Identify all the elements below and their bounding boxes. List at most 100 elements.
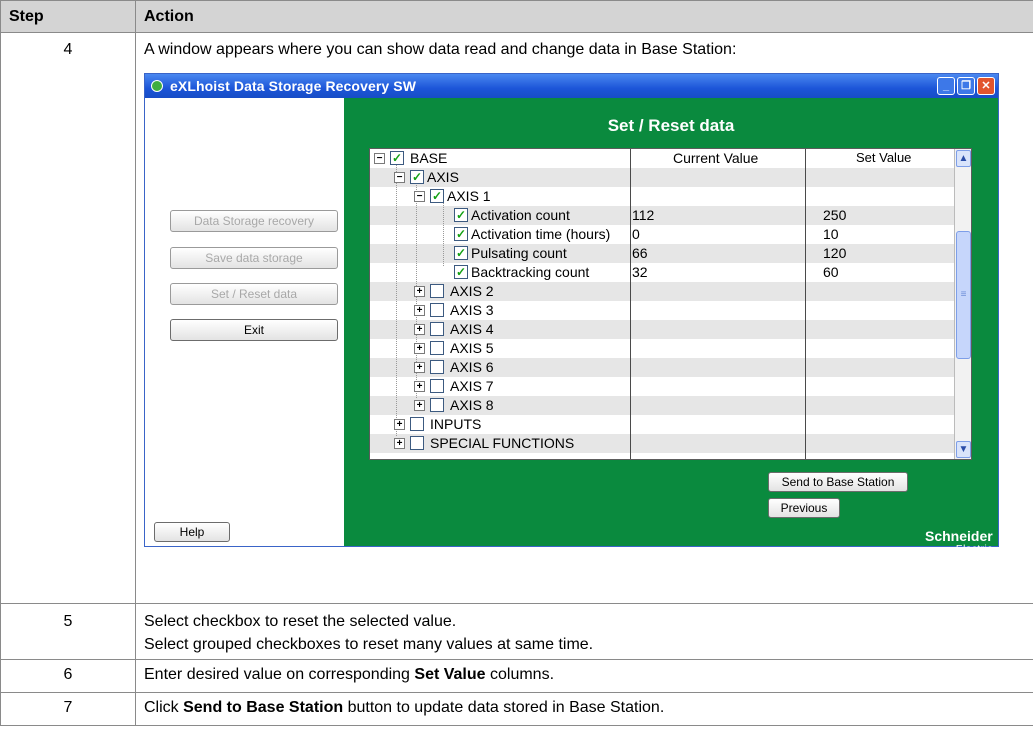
checkbox[interactable] [430,284,444,298]
checkbox[interactable]: ✓ [454,246,468,260]
tree-node: ✓ Activation time (hours) [454,226,610,242]
tree-node: + INPUTS [394,416,481,432]
checkbox[interactable]: ✓ [454,227,468,241]
tree-row-special-functions: + SPECIAL FUNCTIONS [370,434,957,453]
set-value-cell[interactable]: 10 [823,226,839,242]
tree-row-activation-time: ✓ Activation time (hours) 0 10 [370,225,957,244]
close-button[interactable]: ✕ [977,77,995,95]
step-number-5: 5 [0,603,136,660]
node-label: AXIS [427,169,459,185]
checkbox[interactable] [430,303,444,317]
checkbox[interactable]: ✓ [410,170,424,184]
tree-row-axis7: + AXIS 7 [370,377,957,396]
step-4-text: A window appears where you can show data… [144,41,737,58]
expand-toggle[interactable]: + [414,285,425,297]
schneider-electric-logo: Schneider Electric [925,528,993,556]
checkbox[interactable] [410,436,424,450]
data-storage-recovery-button[interactable]: Data Storage recovery [170,210,338,232]
save-data-storage-button[interactable]: Save data storage [170,247,338,269]
set-reset-data-button[interactable]: Set / Reset data [170,283,338,305]
collapse-toggle[interactable]: − [394,171,405,183]
node-label: AXIS 8 [450,397,494,413]
expand-toggle[interactable]: + [414,323,425,335]
set-value-cell[interactable]: 60 [823,264,839,280]
tree-node: + AXIS 2 [414,283,494,299]
step-row-7: 7 Click Send to Base Station button to u… [0,692,1033,726]
checkbox[interactable] [430,341,444,355]
checkbox[interactable]: ✓ [454,208,468,222]
step-5-line-1: Select checkbox to reset the selected va… [144,613,457,630]
collapse-toggle[interactable]: − [414,190,425,202]
current-value-cell: 32 [632,264,648,280]
step-6-text-pre: Enter desired value on corresponding [144,666,415,683]
tree-node: ✓ Pulsating count [454,245,567,261]
tree-row-axis4: + AXIS 4 [370,320,957,339]
tree-node: + AXIS 4 [414,321,494,337]
expand-toggle[interactable]: + [394,437,405,449]
node-label: INPUTS [430,416,482,432]
help-button[interactable]: Help [154,522,230,542]
node-label: AXIS 5 [450,340,494,356]
step-action-4: A window appears where you can show data… [135,32,1033,604]
minimize-button[interactable]: _ [937,77,955,95]
header-step: Step [0,0,136,33]
current-value-cell: 66 [632,245,648,261]
tree-node: + SPECIAL FUNCTIONS [394,435,574,451]
window-controls: _ ❐ ✕ [937,77,998,95]
scroll-thumb[interactable]: ≡ [956,231,971,359]
tree-row-base: − ✓ BASE Current Value Set Value [370,149,957,168]
tree-row-axis1: − ✓ AXIS 1 [370,187,957,206]
checkbox[interactable] [430,379,444,393]
expand-toggle[interactable]: + [414,361,425,373]
expand-toggle[interactable]: + [414,304,425,316]
expand-toggle[interactable]: + [414,380,425,392]
tree-row-activation-count: ✓ Activation count 112 250 [370,206,957,225]
node-label: Activation count [471,207,570,223]
node-label: AXIS 2 [450,283,494,299]
node-label: AXIS 6 [450,359,494,375]
step-row-4: 4 A window appears where you can show da… [0,32,1033,604]
checkbox[interactable] [410,417,424,431]
expand-toggle[interactable]: + [394,418,405,430]
checkbox[interactable]: ✓ [390,151,404,165]
tree-node: + AXIS 5 [414,340,494,356]
tree-node: + AXIS 3 [414,302,494,318]
node-label: AXIS 4 [450,321,494,337]
send-to-base-station-button[interactable]: Send to Base Station [768,472,908,492]
checkbox[interactable] [430,398,444,412]
checkbox[interactable]: ✓ [430,189,444,203]
checkbox[interactable] [430,360,444,374]
tree-row-inputs: + INPUTS [370,415,957,434]
step-action-6: Enter desired value on corresponding Set… [135,659,1033,693]
collapse-toggle[interactable]: − [374,152,385,164]
set-value-cell[interactable]: 120 [823,245,846,261]
node-label: BASE [410,150,448,166]
tree-row-pulsating-count: ✓ Pulsating count 66 120 [370,244,957,263]
expand-toggle[interactable]: + [414,342,425,354]
set-value-cell[interactable]: 250 [823,207,846,223]
checkbox[interactable] [430,322,444,336]
step-row-5: 5 Select checkbox to reset the selected … [0,603,1033,660]
logo-main-text: Schneider [925,528,993,544]
maximize-button[interactable]: ❐ [957,77,975,95]
window-titlebar[interactable]: eXLhoist Data Storage Recovery SW _ ❐ ✕ [145,74,998,98]
current-value-cell: 112 [632,207,655,223]
header-action: Action [135,0,1033,33]
step-number-4: 4 [0,32,136,604]
tree-node: + AXIS 6 [414,359,494,375]
exit-button[interactable]: Exit [170,319,338,341]
tree-row-axis5: + AXIS 5 [370,339,957,358]
vertical-scrollbar[interactable]: ▲ ≡ ▼ [954,149,971,459]
scroll-down-icon[interactable]: ▼ [956,441,971,458]
tree-node: ✓ Activation count [454,207,570,223]
step-7-keyword: Send to Base Station [183,699,344,716]
scroll-up-icon[interactable]: ▲ [956,150,971,167]
node-label: Activation time (hours) [471,226,611,242]
current-value-header: Current Value [673,150,759,166]
previous-button[interactable]: Previous [768,498,840,518]
step-action-7: Click Send to Base Station button to upd… [135,692,1033,726]
expand-toggle[interactable]: + [414,399,425,411]
step-6-keyword: Set Value [414,666,486,683]
step-number-6: 6 [0,659,136,693]
checkbox[interactable]: ✓ [454,265,468,279]
